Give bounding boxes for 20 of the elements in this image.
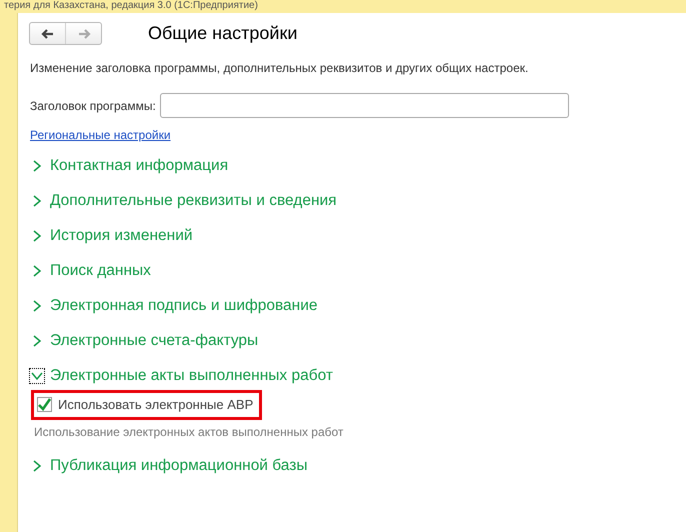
checkbox[interactable] [37, 397, 52, 412]
left-arrow-icon [40, 26, 54, 40]
section-header[interactable]: Контактная информация [30, 148, 228, 183]
right-arrow-icon [76, 26, 90, 40]
chevron-icon [30, 368, 44, 382]
window-title: терия для Казахстана, редакция 3.0 (1С:Предприятие) [3, 0, 259, 13]
page-description: Изменение заголовка программы, дополнительных реквизитов и других общих настроек. [30, 60, 530, 77]
field-label: Заголовок программы: [30, 98, 156, 114]
section-header[interactable]: Дополнительные реквизиты и сведения [30, 183, 337, 218]
regional-settings-link[interactable]: Региональные настройки [30, 128, 171, 142]
page-title: Общие настройки [148, 22, 298, 45]
option-hint: Использование электронных актов выполненных работ [34, 424, 344, 440]
section-header[interactable]: Публикация информационной базы [30, 448, 308, 484]
section-header[interactable]: Электронные акты выполненных работ [30, 358, 333, 393]
checkbox-label: Использовать электронные АВР [58, 396, 254, 414]
section-header[interactable]: Поиск данных [30, 253, 151, 288]
section-header[interactable]: Электронная подпись и шифрование [30, 288, 318, 323]
section-header[interactable]: История изменений [30, 218, 193, 253]
program-title-field[interactable] [160, 93, 569, 118]
section-header[interactable]: Электронные счета-фактуры [30, 323, 258, 358]
